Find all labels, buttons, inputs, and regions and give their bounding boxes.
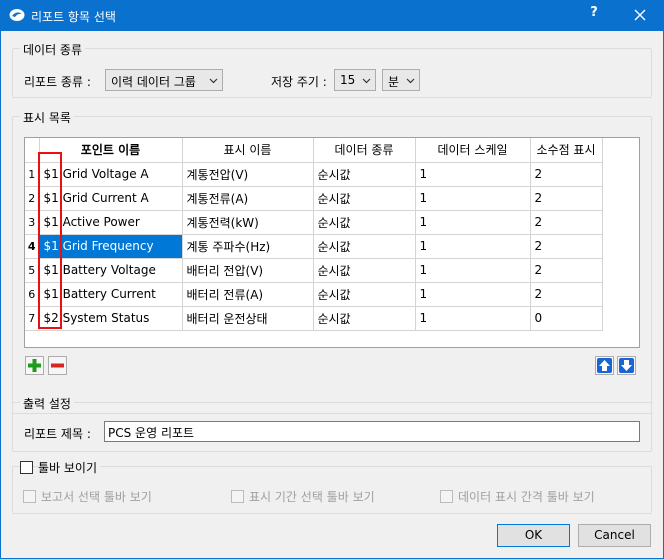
storage-unit-select[interactable]: 분 — [382, 69, 420, 91]
display-name-cell[interactable]: 배터리 운전상태 — [182, 306, 314, 331]
close-icon[interactable] — [628, 5, 652, 25]
row-number-cell: 7 — [25, 306, 40, 331]
column-header[interactable]: 데이터 스케일 — [415, 138, 531, 163]
storage-period-select[interactable]: 15 — [334, 69, 376, 91]
row-number-cell: 4 — [25, 234, 40, 259]
row-number-header — [25, 138, 40, 163]
table-row[interactable]: 4 $1.Grid Frequency 계통 주파수(Hz) 순시값 1 2 — [25, 234, 603, 259]
output-group-title: 출력 설정 — [20, 395, 74, 412]
title-bar: 리포트 항목 선택 ? — [0, 0, 664, 31]
data-type-group-title: 데이터 종류 — [20, 41, 86, 58]
chevron-down-icon — [209, 78, 218, 84]
minus-icon — [51, 363, 64, 368]
data-type-cell[interactable]: 순시값 — [313, 234, 416, 259]
arrow-up-icon — [597, 358, 612, 373]
point-name-cell[interactable]: $1.Battery Voltage — [39, 258, 183, 283]
move-down-button[interactable] — [617, 356, 636, 375]
row-number-cell: 5 — [25, 258, 40, 283]
interval-toolbar-checkbox[interactable] — [440, 490, 453, 503]
toolbar-group-title: 툴바 보이기 — [38, 459, 101, 476]
ok-button[interactable]: OK — [497, 524, 570, 547]
decimals-cell[interactable]: 0 — [530, 306, 603, 331]
display-list-group-title: 표시 목록 — [20, 109, 74, 126]
point-name-cell[interactable]: $1.Active Power — [39, 210, 183, 235]
point-name-cell[interactable]: $1.Battery Current — [39, 282, 183, 307]
storage-period-value: 15 — [340, 73, 356, 87]
toolbar-visible-checkbox[interactable] — [20, 461, 33, 474]
chevron-down-icon — [362, 78, 371, 84]
grid-header-row: 포인트 이름 표시 이름 데이터 종류 데이터 스케일 소수점 표시 — [25, 138, 603, 163]
decimals-cell[interactable]: 2 — [530, 162, 603, 187]
data-type-cell[interactable]: 순시값 — [313, 258, 416, 283]
column-header[interactable]: 포인트 이름 — [39, 138, 183, 163]
report-type-value: 이력 데이터 그룹 — [111, 75, 196, 89]
display-name-cell[interactable]: 계통전력(kW) — [182, 210, 314, 235]
storage-unit-value: 분 — [388, 75, 400, 89]
table-row[interactable]: 5 $1.Battery Voltage 배터리 전압(V) 순시값 1 2 — [25, 258, 603, 283]
data-type-cell[interactable]: 순시값 — [313, 210, 416, 235]
interval-toolbar-label: 데이터 표시 간격 툴바 보기 — [458, 490, 595, 504]
report-toolbar-label: 보고서 선택 툴바 보기 — [41, 490, 152, 504]
data-type-cell[interactable]: 순시값 — [313, 186, 416, 211]
point-name-cell[interactable]: $1.Grid Frequency — [39, 234, 183, 259]
column-header[interactable]: 표시 이름 — [182, 138, 314, 163]
display-name-cell[interactable]: 계통 주파수(Hz) — [182, 234, 314, 259]
data-scale-cell[interactable]: 1 — [415, 258, 531, 283]
decimals-cell[interactable]: 2 — [530, 282, 603, 307]
table-row[interactable]: 2 $1.Grid Current A 계통전류(A) 순시값 1 2 — [25, 186, 603, 211]
row-number-cell: 1 — [25, 162, 40, 187]
point-name-cell[interactable]: $1.Grid Voltage A — [39, 162, 183, 187]
column-header[interactable]: 소수점 표시 — [530, 138, 603, 163]
data-scale-cell[interactable]: 1 — [415, 186, 531, 211]
storage-period-label: 저장 주기 : — [271, 75, 327, 89]
point-grid[interactable]: 포인트 이름 표시 이름 데이터 종류 데이터 스케일 소수점 표시 1 $1.G… — [24, 137, 640, 348]
data-scale-cell[interactable]: 1 — [415, 210, 531, 235]
plus-icon — [28, 359, 41, 372]
report-toolbar-checkbox[interactable] — [23, 490, 36, 503]
table-row[interactable]: 1 $1.Grid Voltage A 계통전압(V) 순시값 1 2 — [25, 162, 603, 187]
data-scale-cell[interactable]: 1 — [415, 162, 531, 187]
app-logo-icon — [9, 9, 25, 21]
report-type-label: 리포트 종류 : — [24, 75, 91, 89]
decimals-cell[interactable]: 2 — [530, 186, 603, 211]
table-row[interactable]: 7 $2.System Status 배터리 운전상태 순시값 1 0 — [25, 306, 603, 331]
display-name-cell[interactable]: 배터리 전압(V) — [182, 258, 314, 283]
display-name-cell[interactable]: 계통전류(A) — [182, 186, 314, 211]
report-title-input[interactable]: PCS 운영 리포트 — [104, 421, 640, 442]
period-toolbar-checkbox[interactable] — [231, 490, 244, 503]
row-number-cell: 2 — [25, 186, 40, 211]
help-button[interactable]: ? — [582, 5, 606, 25]
display-name-cell[interactable]: 계통전압(V) — [182, 162, 314, 187]
data-type-cell[interactable]: 순시값 — [313, 162, 416, 187]
decimals-cell[interactable]: 2 — [530, 210, 603, 235]
point-name-cell[interactable]: $1.Grid Current A — [39, 186, 183, 211]
data-type-cell[interactable]: 순시값 — [313, 282, 416, 307]
data-scale-cell[interactable]: 1 — [415, 282, 531, 307]
table-row[interactable]: 6 $1.Battery Current 배터리 전류(A) 순시값 1 2 — [25, 282, 603, 307]
column-header[interactable]: 데이터 종류 — [313, 138, 416, 163]
display-name-cell[interactable]: 배터리 전류(A) — [182, 282, 314, 307]
remove-row-button[interactable] — [48, 356, 67, 375]
data-scale-cell[interactable]: 1 — [415, 306, 531, 331]
data-type-cell[interactable]: 순시값 — [313, 306, 416, 331]
point-name-cell[interactable]: $2.System Status — [39, 306, 183, 331]
period-toolbar-label: 표시 기간 선택 툴바 보기 — [249, 490, 375, 504]
arrow-down-icon — [619, 358, 634, 373]
data-scale-cell[interactable]: 1 — [415, 234, 531, 259]
cancel-button[interactable]: Cancel — [578, 524, 651, 547]
report-type-select[interactable]: 이력 데이터 그룹 — [105, 69, 223, 91]
report-title-label: 리포트 제목 : — [24, 427, 91, 441]
row-number-cell: 3 — [25, 210, 40, 235]
table-row[interactable]: 3 $1.Active Power 계통전력(kW) 순시값 1 2 — [25, 210, 603, 235]
decimals-cell[interactable]: 2 — [530, 258, 603, 283]
window-title: 리포트 항목 선택 — [31, 10, 116, 24]
row-number-cell: 6 — [25, 282, 40, 307]
move-up-button[interactable] — [595, 356, 614, 375]
chevron-down-icon — [406, 78, 415, 84]
decimals-cell[interactable]: 2 — [530, 234, 603, 259]
add-row-button[interactable] — [25, 356, 44, 375]
